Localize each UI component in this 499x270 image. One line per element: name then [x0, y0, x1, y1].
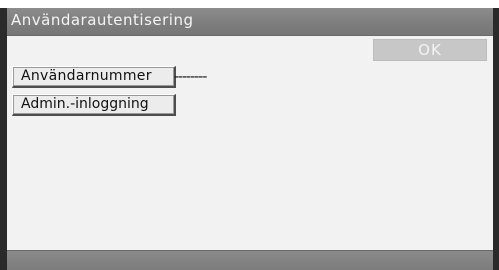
touch-screen: Användarautentisering OK Användarnummer …	[7, 8, 493, 270]
content-area: OK Användarnummer -------- Admin.-inlogg…	[7, 36, 493, 250]
screen-bezel-left	[0, 8, 7, 270]
admin-login-button[interactable]: Admin.-inloggning	[12, 94, 176, 116]
bottom-status-bar	[7, 250, 493, 270]
user-number-button[interactable]: Användarnummer	[12, 66, 176, 88]
device-frame: Användarautentisering OK Användarnummer …	[0, 0, 499, 270]
window-title: Användarautentisering	[11, 11, 194, 29]
title-bar: Användarautentisering	[7, 8, 493, 36]
ok-button[interactable]: OK	[373, 39, 487, 61]
user-number-value: --------	[174, 69, 207, 85]
screen-bezel-right	[493, 8, 499, 270]
